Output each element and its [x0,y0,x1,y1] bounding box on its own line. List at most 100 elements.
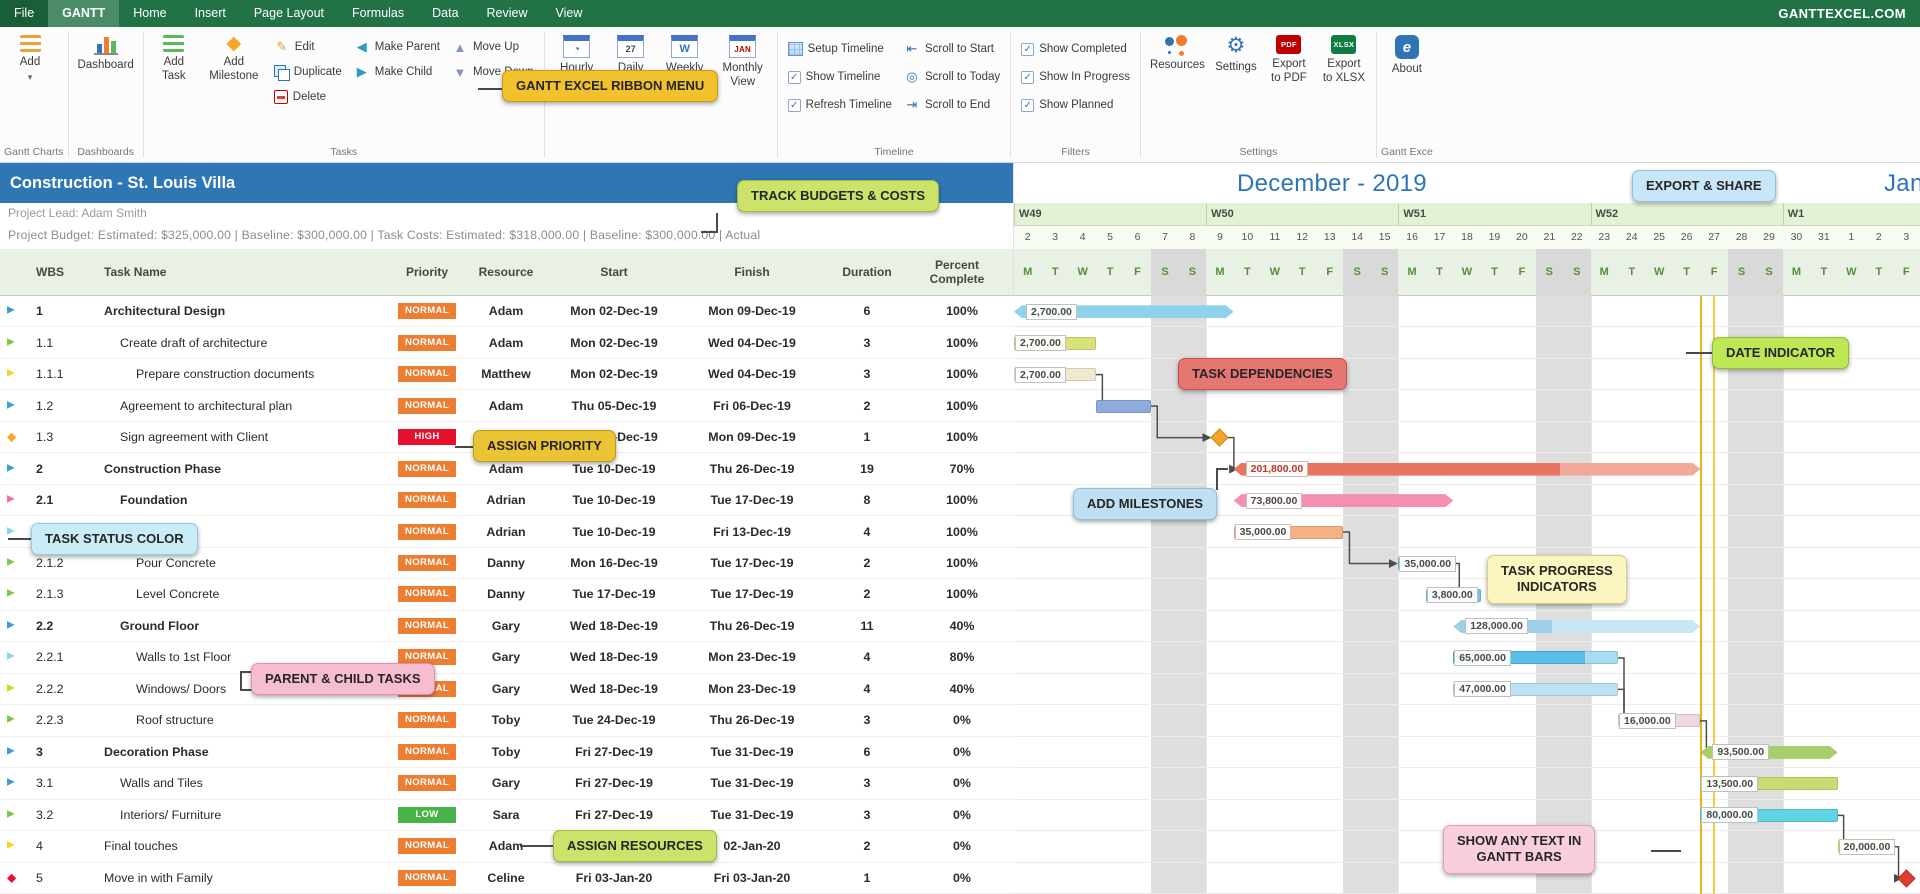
cell-wbs[interactable]: 2.1.3 [30,579,96,609]
cell-resource[interactable]: Celine [466,863,546,893]
cell-priority[interactable]: NORMAL [388,485,466,515]
cell-priority[interactable]: NORMAL [388,296,466,326]
cell-finish[interactable]: Thu 26-Dec-19 [682,705,822,735]
cell-finish[interactable]: Mon 23-Dec-19 [682,642,822,672]
cell-priority[interactable]: NORMAL [388,737,466,767]
move-up-button[interactable]: ▲ Move Up [452,37,534,57]
cell-percent-complete[interactable]: 100% [912,548,1012,578]
cell-percent-complete[interactable]: 100% [912,359,1012,389]
cell-resource[interactable]: Adam [466,327,546,357]
cell-duration[interactable]: 2 [822,579,912,609]
cell-start[interactable]: Tue 10-Dec-19 [546,516,682,546]
cell-start[interactable]: Mon 16-Dec-19 [546,548,682,578]
cell-finish[interactable]: Wed 04-Dec-19 [682,359,822,389]
cell-finish[interactable]: Wed 04-Dec-19 [682,327,822,357]
cell-resource[interactable]: Danny [466,579,546,609]
cell-duration[interactable]: 8 [822,485,912,515]
cell-resource[interactable]: Adam [466,390,546,420]
cell-finish[interactable]: Fri 03-Jan-20 [682,863,822,893]
cell-duration[interactable]: 3 [822,327,912,357]
cell-task-name[interactable]: Architectural Design [100,296,386,326]
cell-priority[interactable]: LOW [388,800,466,830]
show-planned-checkbox[interactable]: ✓ Show Planned [1021,95,1130,115]
cell-finish[interactable]: Mon 23-Dec-19 [682,674,822,704]
show-timeline-checkbox[interactable]: ✓ Show Timeline [788,67,892,87]
cell-priority[interactable]: NORMAL [388,453,466,483]
scroll-to-end-button[interactable]: ⇥ Scroll to End [904,95,1000,115]
cell-duration[interactable]: 4 [822,516,912,546]
cell-finish[interactable]: Thu 26-Dec-19 [682,611,822,641]
cell-task-name[interactable]: Foundation [100,485,386,515]
cell-wbs[interactable]: 3.2 [30,800,96,830]
cell-priority[interactable]: NORMAL [388,831,466,861]
cell-priority[interactable]: NORMAL [388,863,466,893]
cell-duration[interactable]: 6 [822,296,912,326]
cell-priority[interactable]: NORMAL [388,579,466,609]
cell-finish[interactable]: Tue 31-Dec-19 [682,768,822,798]
cell-resource[interactable]: Toby [466,737,546,767]
add-task-button[interactable]: Add Task [148,29,200,85]
cell-duration[interactable]: 1 [822,422,912,452]
cell-resource[interactable]: Danny [466,548,546,578]
cell-percent-complete[interactable]: 0% [912,800,1012,830]
resources-button[interactable]: Resources [1145,29,1210,75]
cell-finish[interactable]: Thu 26-Dec-19 [682,453,822,483]
cell-task-name[interactable]: Move in with Family [100,863,386,893]
cell-percent-complete[interactable]: 100% [912,485,1012,515]
cell-percent-complete[interactable]: 40% [912,674,1012,704]
cell-percent-complete[interactable]: 0% [912,831,1012,861]
cell-resource[interactable]: Gary [466,642,546,672]
settings-button[interactable]: ⚙ Settings [1210,29,1262,77]
cell-resource[interactable]: Toby [466,705,546,735]
cell-wbs[interactable]: 2.2.3 [30,705,96,735]
setup-timeline-button[interactable]: Setup Timeline [788,39,892,59]
about-button[interactable]: e About [1381,29,1433,79]
dashboard-button[interactable]: Dashboard [73,29,139,75]
cell-wbs[interactable]: 1.1.1 [30,359,96,389]
cell-duration[interactable]: 3 [822,705,912,735]
cell-resource[interactable]: Gary [466,611,546,641]
cell-percent-complete[interactable]: 0% [912,737,1012,767]
cell-wbs[interactable]: 2 [30,453,96,483]
menu-tab-page-layout[interactable]: Page Layout [240,0,338,27]
cell-finish[interactable]: Mon 09-Dec-19 [682,422,822,452]
edit-button[interactable]: ✎ Edit [274,37,342,57]
cell-resource[interactable]: Gary [466,674,546,704]
make-parent-button[interactable]: ◀ Make Parent [354,37,440,57]
cell-duration[interactable]: 3 [822,800,912,830]
cell-resource[interactable]: Adrian [466,485,546,515]
cell-task-name[interactable]: Agreement to architectural plan [100,390,386,420]
menu-tab-data[interactable]: Data [418,0,472,27]
cell-wbs[interactable]: 5 [30,863,96,893]
cell-start[interactable]: Fri 27-Dec-19 [546,768,682,798]
cell-start[interactable]: Tue 10-Dec-19 [546,485,682,515]
cell-wbs[interactable]: 2.2.1 [30,642,96,672]
cell-start[interactable]: Wed 18-Dec-19 [546,642,682,672]
cell-task-name[interactable]: Interiors/ Furniture [100,800,386,830]
cell-task-name[interactable]: Decoration Phase [100,737,386,767]
cell-wbs[interactable]: 4 [30,831,96,861]
cell-start[interactable]: Fri 27-Dec-19 [546,800,682,830]
cell-start[interactable]: Mon 02-Dec-19 [546,327,682,357]
cell-wbs[interactable]: 1.1 [30,327,96,357]
cell-task-name[interactable]: Construction Phase [100,453,386,483]
refresh-timeline-checkbox[interactable]: ✓ Refresh Timeline [788,95,892,115]
cell-finish[interactable]: Tue 31-Dec-19 [682,800,822,830]
cell-resource[interactable]: Sara [466,800,546,830]
export-to-pdf-button[interactable]: PDF Export to PDF [1262,29,1316,87]
scroll-to-today-button[interactable]: ◎ Scroll to Today [904,67,1000,87]
cell-percent-complete[interactable]: 100% [912,579,1012,609]
cell-duration[interactable]: 6 [822,737,912,767]
cell-finish[interactable]: Tue 17-Dec-19 [682,579,822,609]
cell-resource[interactable]: Adam [466,296,546,326]
cell-task-name[interactable]: Walls and Tiles [100,768,386,798]
make-child-button[interactable]: ▶ Make Child [354,62,440,82]
cell-wbs[interactable]: 1.3 [30,422,96,452]
cell-finish[interactable]: Mon 09-Dec-19 [682,296,822,326]
show-in-progress-checkbox[interactable]: ✓ Show In Progress [1021,67,1130,87]
cell-resource[interactable]: Adrian [466,516,546,546]
cell-start[interactable]: Thu 05-Dec-19 [546,390,682,420]
cell-priority[interactable]: NORMAL [388,705,466,735]
cell-duration[interactable]: 2 [822,548,912,578]
cell-percent-complete[interactable]: 0% [912,768,1012,798]
